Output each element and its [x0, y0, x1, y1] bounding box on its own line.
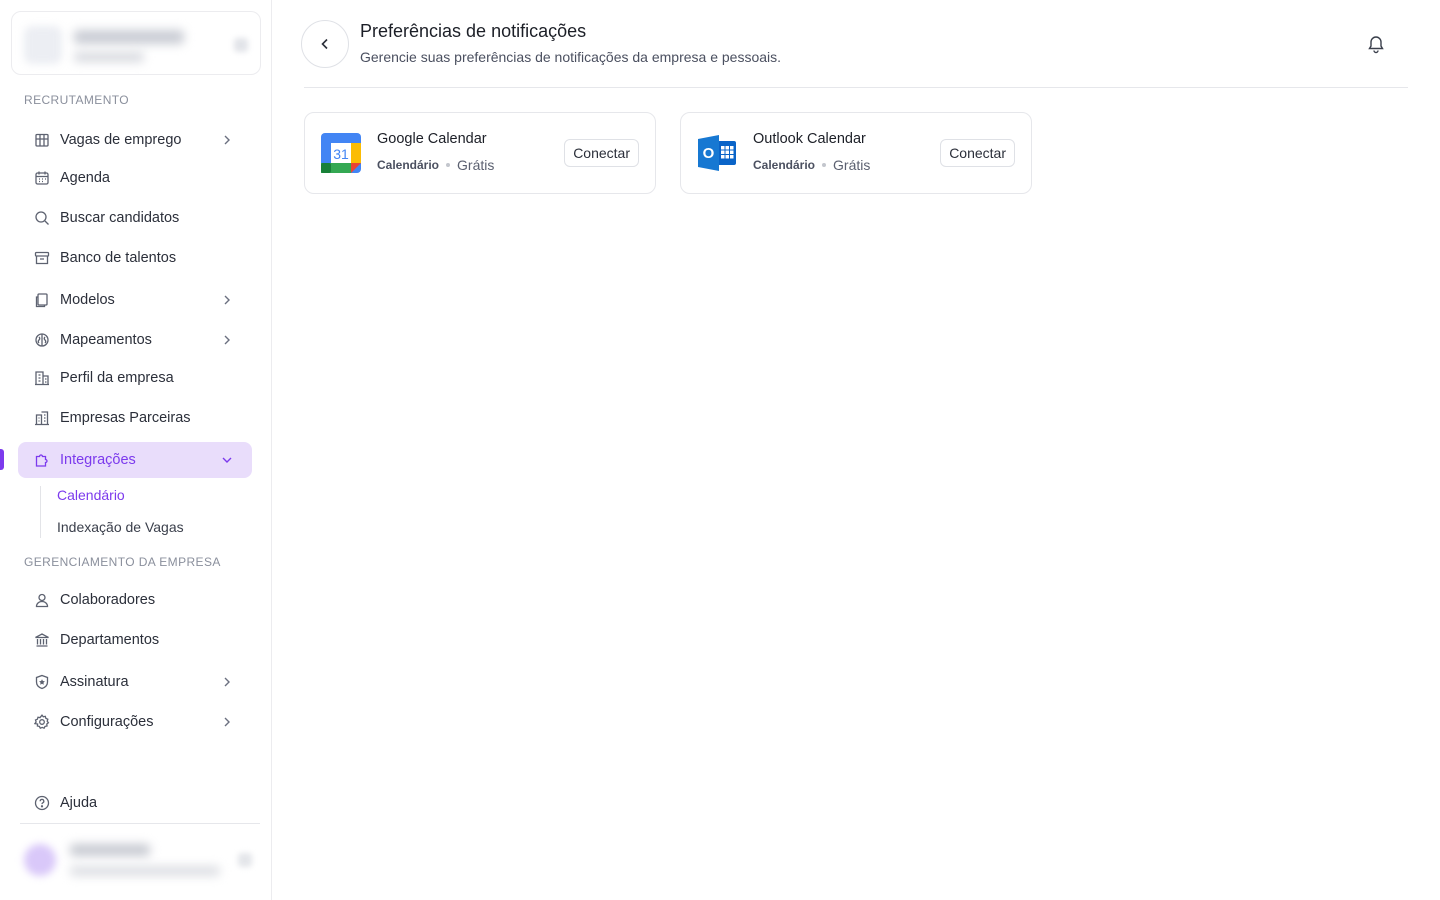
integration-price: Grátis	[833, 157, 871, 173]
sidebar-item-label: Configurações	[60, 714, 154, 730]
page-title: Preferências de notificações	[360, 21, 587, 41]
separator-dot	[446, 163, 451, 167]
sidebar: RECRUTAMENTO Vagas de emprego Agenda Bus…	[0, 0, 272, 900]
search-icon	[34, 210, 50, 226]
sidebar-item-integrations[interactable]: Integrações	[18, 442, 252, 478]
sidebar-item-settings[interactable]: Configurações	[18, 704, 252, 740]
sidebar-item-label: Colaboradores	[60, 592, 156, 608]
separator-dot	[822, 163, 827, 167]
sidebar-item-label: Mapeamentos	[60, 332, 152, 348]
user-icon	[34, 592, 50, 608]
header-divider	[304, 87, 1408, 88]
sidebar-subitem-calendar[interactable]: Calendário	[57, 487, 125, 503]
sidebar-item-label: Vagas de emprego	[60, 132, 182, 148]
integration-name: Google Calendar	[377, 131, 487, 147]
connect-outlook-button[interactable]: Conectar	[940, 139, 1015, 167]
chevron-right-icon	[224, 677, 230, 687]
sidebar-item-departments[interactable]: Departamentos	[18, 622, 252, 658]
sidebar-item-talent-pool[interactable]: Banco de talentos	[18, 240, 252, 276]
shield-star-icon	[34, 674, 50, 690]
company-switcher[interactable]	[11, 11, 261, 75]
outlook-icon: O	[698, 135, 736, 171]
sidebar-item-search-candidates[interactable]: Buscar candidatos	[18, 200, 252, 236]
integration-meta: Calendário Grátis	[377, 157, 494, 173]
calendar-icon	[34, 170, 50, 186]
active-indicator	[0, 449, 4, 470]
archive-icon	[34, 250, 50, 266]
building-icon	[34, 370, 50, 386]
integration-name: Outlook Calendar	[753, 131, 866, 147]
section-label-recruitment: RECRUTAMENTO	[24, 93, 130, 107]
sidebar-item-label: Departamentos	[60, 632, 160, 648]
sidebar-item-collaborators[interactable]: Colaboradores	[18, 582, 252, 618]
company-plan-redacted	[74, 52, 144, 62]
sidebar-item-label: Agenda	[60, 170, 110, 186]
company-avatar	[24, 26, 62, 64]
chevron-left-icon	[321, 38, 328, 50]
sidebar-item-label: Perfil da empresa	[60, 370, 174, 386]
sidebar-item-subscription[interactable]: Assinatura	[18, 664, 252, 700]
user-email-redacted	[70, 866, 220, 876]
sidebar-item-label: Ajuda	[60, 795, 98, 811]
user-menu[interactable]	[20, 836, 260, 884]
integration-category: Calendário	[377, 158, 440, 172]
sidebar-item-label: Banco de talentos	[60, 250, 177, 266]
brain-icon	[34, 332, 50, 348]
puzzle-icon	[34, 452, 50, 468]
gear-icon	[34, 714, 50, 730]
connect-google-button[interactable]: Conectar	[564, 139, 639, 167]
company-switcher-chevron-icon	[234, 38, 248, 52]
chevron-right-icon	[224, 335, 230, 345]
help-circle-icon	[34, 795, 50, 811]
sidebar-subitem-job-indexing[interactable]: Indexação de Vagas	[57, 519, 184, 535]
user-name-redacted	[70, 844, 150, 856]
google-calendar-day: 31	[333, 146, 349, 162]
company-name-redacted	[74, 30, 184, 44]
chevron-right-icon	[224, 717, 230, 727]
bell-icon[interactable]	[1366, 34, 1386, 54]
sidebar-item-label: Integrações	[60, 452, 136, 468]
sidebar-item-label: Empresas Parceiras	[60, 410, 191, 426]
integration-category: Calendário	[753, 158, 816, 172]
sidebar-item-templates[interactable]: Modelos	[18, 282, 252, 318]
chevron-down-icon	[222, 457, 232, 463]
sidebar-item-jobs[interactable]: Vagas de emprego	[18, 122, 252, 158]
buildings-icon	[34, 410, 50, 426]
bank-icon	[34, 632, 50, 648]
page-subtitle: Gerencie suas preferências de notificaçõ…	[360, 49, 782, 65]
outlook-letter: O	[703, 145, 715, 162]
sidebar-item-agenda[interactable]: Agenda	[18, 160, 252, 196]
sidebar-item-label: Buscar candidatos	[60, 210, 180, 226]
sidebar-item-help[interactable]: Ajuda	[18, 785, 252, 821]
section-label-management: GERENCIAMENTO DA EMPRESA	[24, 555, 221, 569]
copy-icon	[34, 292, 50, 308]
chevron-right-icon	[224, 135, 230, 145]
sidebar-divider	[20, 823, 260, 824]
briefcase-icon	[34, 132, 50, 148]
sidebar-item-partner-companies[interactable]: Empresas Parceiras	[18, 400, 252, 436]
google-calendar-icon: 31	[321, 133, 361, 173]
sidebar-item-label: Assinatura	[60, 674, 129, 690]
back-button[interactable]	[301, 20, 349, 68]
integration-price: Grátis	[457, 157, 495, 173]
chevron-right-icon	[224, 295, 230, 305]
sidebar-item-label: Modelos	[60, 292, 115, 308]
avatar	[24, 844, 56, 876]
sidebar-item-company-profile[interactable]: Perfil da empresa	[18, 360, 252, 396]
integration-card-outlook: O Outlook Calendar Calendário Grátis Con…	[680, 112, 1032, 194]
sidebar-item-mappings[interactable]: Mapeamentos	[18, 322, 252, 358]
submenu-guide-line	[40, 486, 41, 538]
integration-card-google: 31 Google Calendar Calendário Grátis Con…	[304, 112, 656, 194]
user-menu-chevron-icon	[238, 853, 252, 867]
integration-meta: Calendário Grátis	[753, 157, 870, 173]
